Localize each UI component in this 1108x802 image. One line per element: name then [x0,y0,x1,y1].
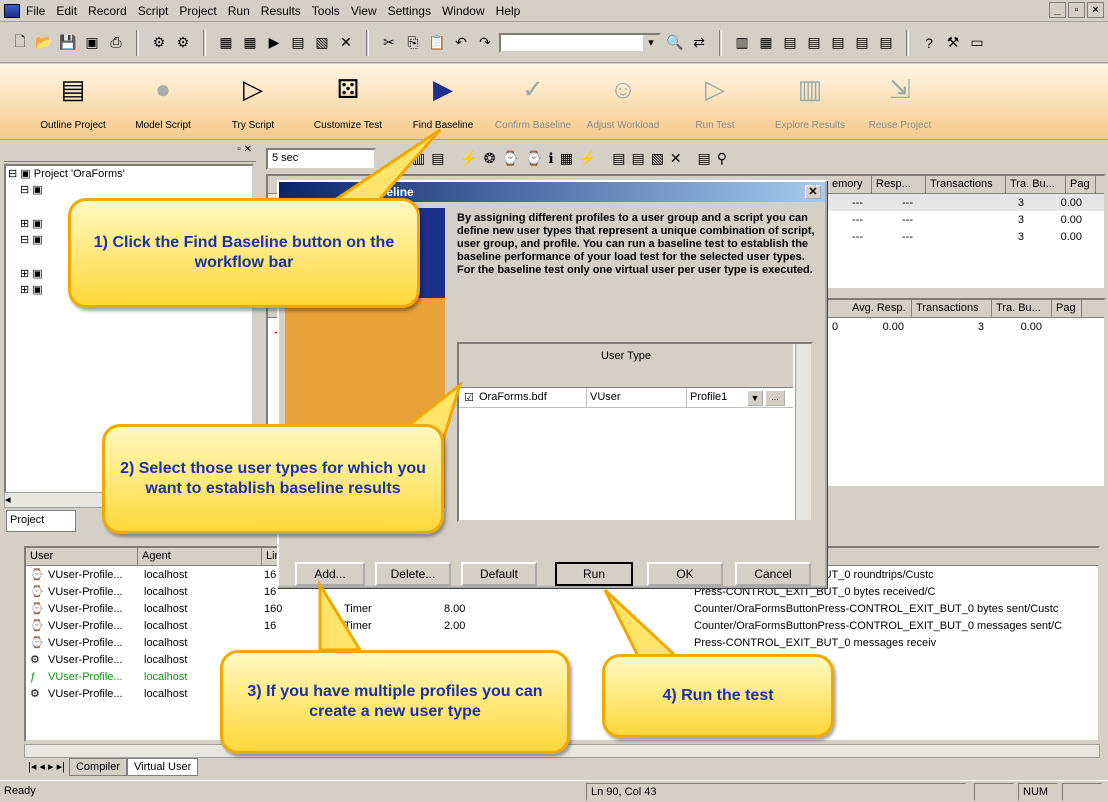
callout-multiple-profiles: 3) If you have multiple profiles you can… [220,650,570,754]
callout-run-test: 4) Run the test [602,654,834,738]
status-bar: Ready Ln 90, Col 43 NUM [0,780,1108,802]
cursor-position: Ln 90, Col 43 [586,783,966,801]
callout-tail [603,588,684,662]
status-cell [974,783,1014,801]
status-cell [1062,783,1102,801]
status-text: Ready [4,785,36,797]
callout-find-baseline: 1) Click the Find Baseline button on the… [68,198,420,308]
callout-select-user-types: 2) Select those user types for which you… [102,424,444,534]
callout-tail [318,579,363,652]
num-lock-indicator: NUM [1018,783,1058,801]
